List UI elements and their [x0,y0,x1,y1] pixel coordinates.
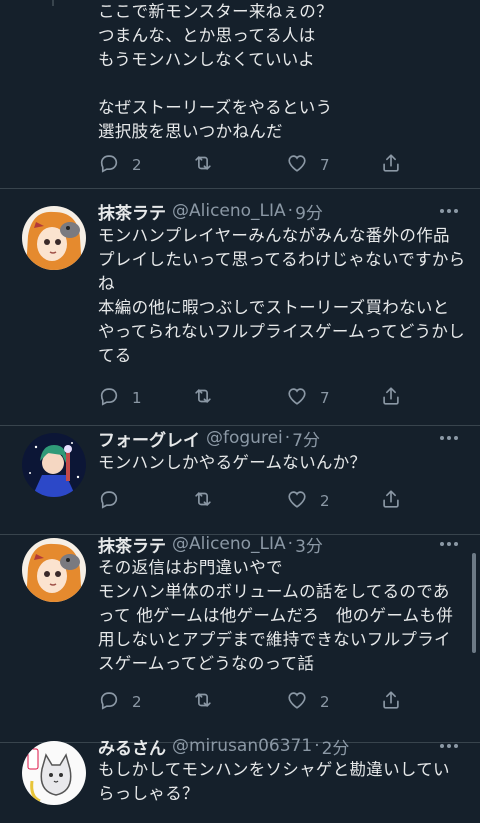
like-button[interactable]: 2 [286,690,330,714]
like-button[interactable]: 2 [286,489,330,513]
avatar[interactable] [22,538,86,602]
tweet-header: 抹茶ラテ @Aliceno_LIA · 9分 [98,198,460,224]
tweet-actions: 1 7 [98,386,418,410]
like-count: 7 [320,389,330,407]
share-button[interactable] [380,386,402,410]
more-options-icon[interactable] [438,737,460,755]
retweet-button[interactable] [192,489,226,513]
timestamp[interactable]: 3分 [295,532,323,557]
thread-line [52,0,54,6]
user-handle[interactable]: @fogurei [206,428,283,448]
reply-count: 2 [132,693,142,711]
tweet-actions: 2 [98,489,418,513]
separator: · [314,736,320,756]
timestamp[interactable]: 7分 [292,426,320,451]
tweet-actions: 2 7 [98,153,418,177]
tweet[interactable]: 抹茶ラテ @Aliceno_LIA · 9分 モンハンプレイヤーみんながみんな番… [0,189,480,426]
share-button[interactable] [380,690,402,714]
like-button[interactable]: 7 [286,386,330,410]
reply-icon [98,385,120,411]
reply-button[interactable]: 2 [98,153,142,177]
share-icon [380,152,402,178]
reply-button[interactable]: 2 [98,690,142,714]
heart-icon [286,689,308,715]
avatar[interactable] [22,741,86,805]
tweet-header: フォーグレイ @fogurei · 7分 [98,425,460,451]
display-name[interactable]: 抹茶ラテ [98,532,166,557]
reply-count: 2 [132,156,142,174]
tweet-header: みるさん @mirusan06371 · 2分 [98,733,460,759]
reply-count: 1 [132,389,142,407]
share-icon [380,385,402,411]
heart-icon [286,488,308,514]
retweet-icon [192,488,214,514]
tweet[interactable]: 抹茶ラテ @Aliceno_LIA · 3分 その返信はお門違いやで モンハン単… [0,534,480,743]
user-handle[interactable]: @Aliceno_LIA [172,534,286,554]
retweet-button[interactable] [192,153,226,177]
like-count: 2 [320,492,330,510]
share-icon [380,488,402,514]
share-icon [380,689,402,715]
heart-icon [286,152,308,178]
reply-icon [98,152,120,178]
tweet-text: モンハンしかやるゲームないんか？ [98,453,367,472]
tweet-text: その返信はお門違いやで モンハン単体のボリュームの話をしてるのであって 他ゲーム… [98,558,454,673]
avatar[interactable] [22,206,86,270]
timestamp[interactable]: 2分 [322,734,350,759]
reply-button[interactable] [98,489,132,513]
tweet[interactable]: フォーグレイ @fogurei · 7分 モンハンしかやるゲームないんか？ 2 [0,426,480,535]
tweet-text: ここで新モンスター来ねぇの？ つまんな、とか思ってる人は もうモンハンしなくてい… [98,2,333,141]
avatar[interactable] [22,433,86,497]
separator: · [284,428,291,448]
share-button[interactable] [380,153,402,177]
reply-icon [98,689,120,715]
retweet-button[interactable] [192,386,226,410]
tweet-text: もしかしてモンハンをソシャゲと勘違いしていらっしゃる？ [98,760,450,803]
reply-button[interactable]: 1 [98,386,142,410]
like-count: 7 [320,156,330,174]
heart-icon [286,385,308,411]
retweet-button[interactable] [192,690,226,714]
user-handle[interactable]: @mirusan06371 [172,736,312,756]
like-button[interactable]: 7 [286,153,330,177]
tweet-actions: 2 2 [98,690,418,714]
share-button[interactable] [380,489,402,513]
more-options-icon[interactable] [438,429,460,447]
timestamp[interactable]: 9分 [295,199,323,224]
reply-icon [98,488,120,514]
more-options-icon[interactable] [438,535,460,553]
separator: · [287,534,294,554]
retweet-icon [192,385,214,411]
separator: · [287,201,294,221]
tweet-header: 抹茶ラテ @Aliceno_LIA · 3分 [98,531,460,557]
display-name[interactable]: 抹茶ラテ [98,199,166,224]
timeline: ここで新モンスター来ねぇの？ つまんな、とか思ってる人は もうモンハンしなくてい… [0,0,480,823]
retweet-icon [192,689,214,715]
tweet[interactable]: ここで新モンスター来ねぇの？ つまんな、とか思ってる人は もうモンハンしなくてい… [0,0,480,189]
tweet[interactable]: みるさん @mirusan06371 · 2分 もしかしてモンハンをソシャゲと勘… [0,736,480,823]
display-name[interactable]: みるさん [98,734,166,759]
user-handle[interactable]: @Aliceno_LIA [172,201,286,221]
like-count: 2 [320,693,330,711]
display-name[interactable]: フォーグレイ [98,426,200,451]
more-options-icon[interactable] [438,202,460,220]
scrollbar[interactable] [472,553,476,653]
tweet-text: モンハンプレイヤーみんながみんな番外の作品プレイしたいって思ってるわけじゃないで… [98,226,466,365]
retweet-icon [192,152,214,178]
